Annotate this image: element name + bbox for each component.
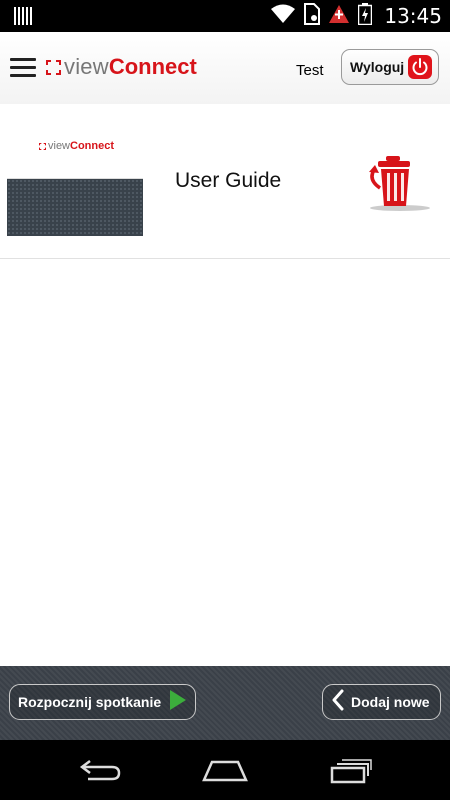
hamburger-menu-icon[interactable]: [10, 58, 36, 78]
add-new-button[interactable]: Dodaj nowe: [322, 684, 441, 720]
add-new-label: Dodaj nowe: [351, 694, 430, 710]
barcode-icon: [14, 7, 32, 30]
app-header: view Connect Test Wyloguj: [0, 32, 450, 105]
trash-icon[interactable]: [366, 154, 430, 212]
start-meeting-label: Rozpocznij spotkanie: [18, 694, 162, 710]
start-meeting-button[interactable]: Rozpocznij spotkanie: [9, 684, 196, 720]
logout-label: Wyloguj: [350, 59, 405, 75]
logout-button[interactable]: Wyloguj: [341, 49, 439, 85]
status-time: 13:45: [384, 4, 442, 28]
thumbnail-logo: view Connect: [39, 140, 114, 152]
bottom-toolbar: Rozpocznij spotkanie Dodaj nowe: [0, 666, 450, 740]
document-thumbnail: view Connect: [7, 126, 143, 236]
app-logo: view Connect: [46, 54, 197, 79]
back-icon[interactable]: [78, 758, 122, 787]
status-bar: 13:45: [0, 0, 450, 32]
user-name: Test: [296, 62, 324, 79]
logo-view-text: view: [64, 54, 109, 79]
recent-apps-icon[interactable]: [330, 758, 372, 789]
list-item[interactable]: view Connect User Guide: [0, 104, 450, 259]
home-icon[interactable]: [202, 758, 248, 787]
play-icon: [169, 689, 187, 716]
logo-connect-text: Connect: [108, 54, 197, 79]
power-icon: [408, 55, 432, 79]
chevron-left-icon: [331, 689, 345, 716]
wifi-icon: [270, 4, 296, 29]
alert-icon: [328, 4, 350, 29]
sim-icon: [304, 2, 321, 30]
logo-bracket-icon: [46, 59, 61, 75]
system-nav-bar: [0, 740, 450, 800]
thumbnail-logo-connect: Connect: [70, 140, 115, 152]
thumbnail-logo-view: view: [48, 140, 71, 152]
battery-icon: [358, 2, 373, 30]
item-title: User Guide: [175, 169, 282, 192]
